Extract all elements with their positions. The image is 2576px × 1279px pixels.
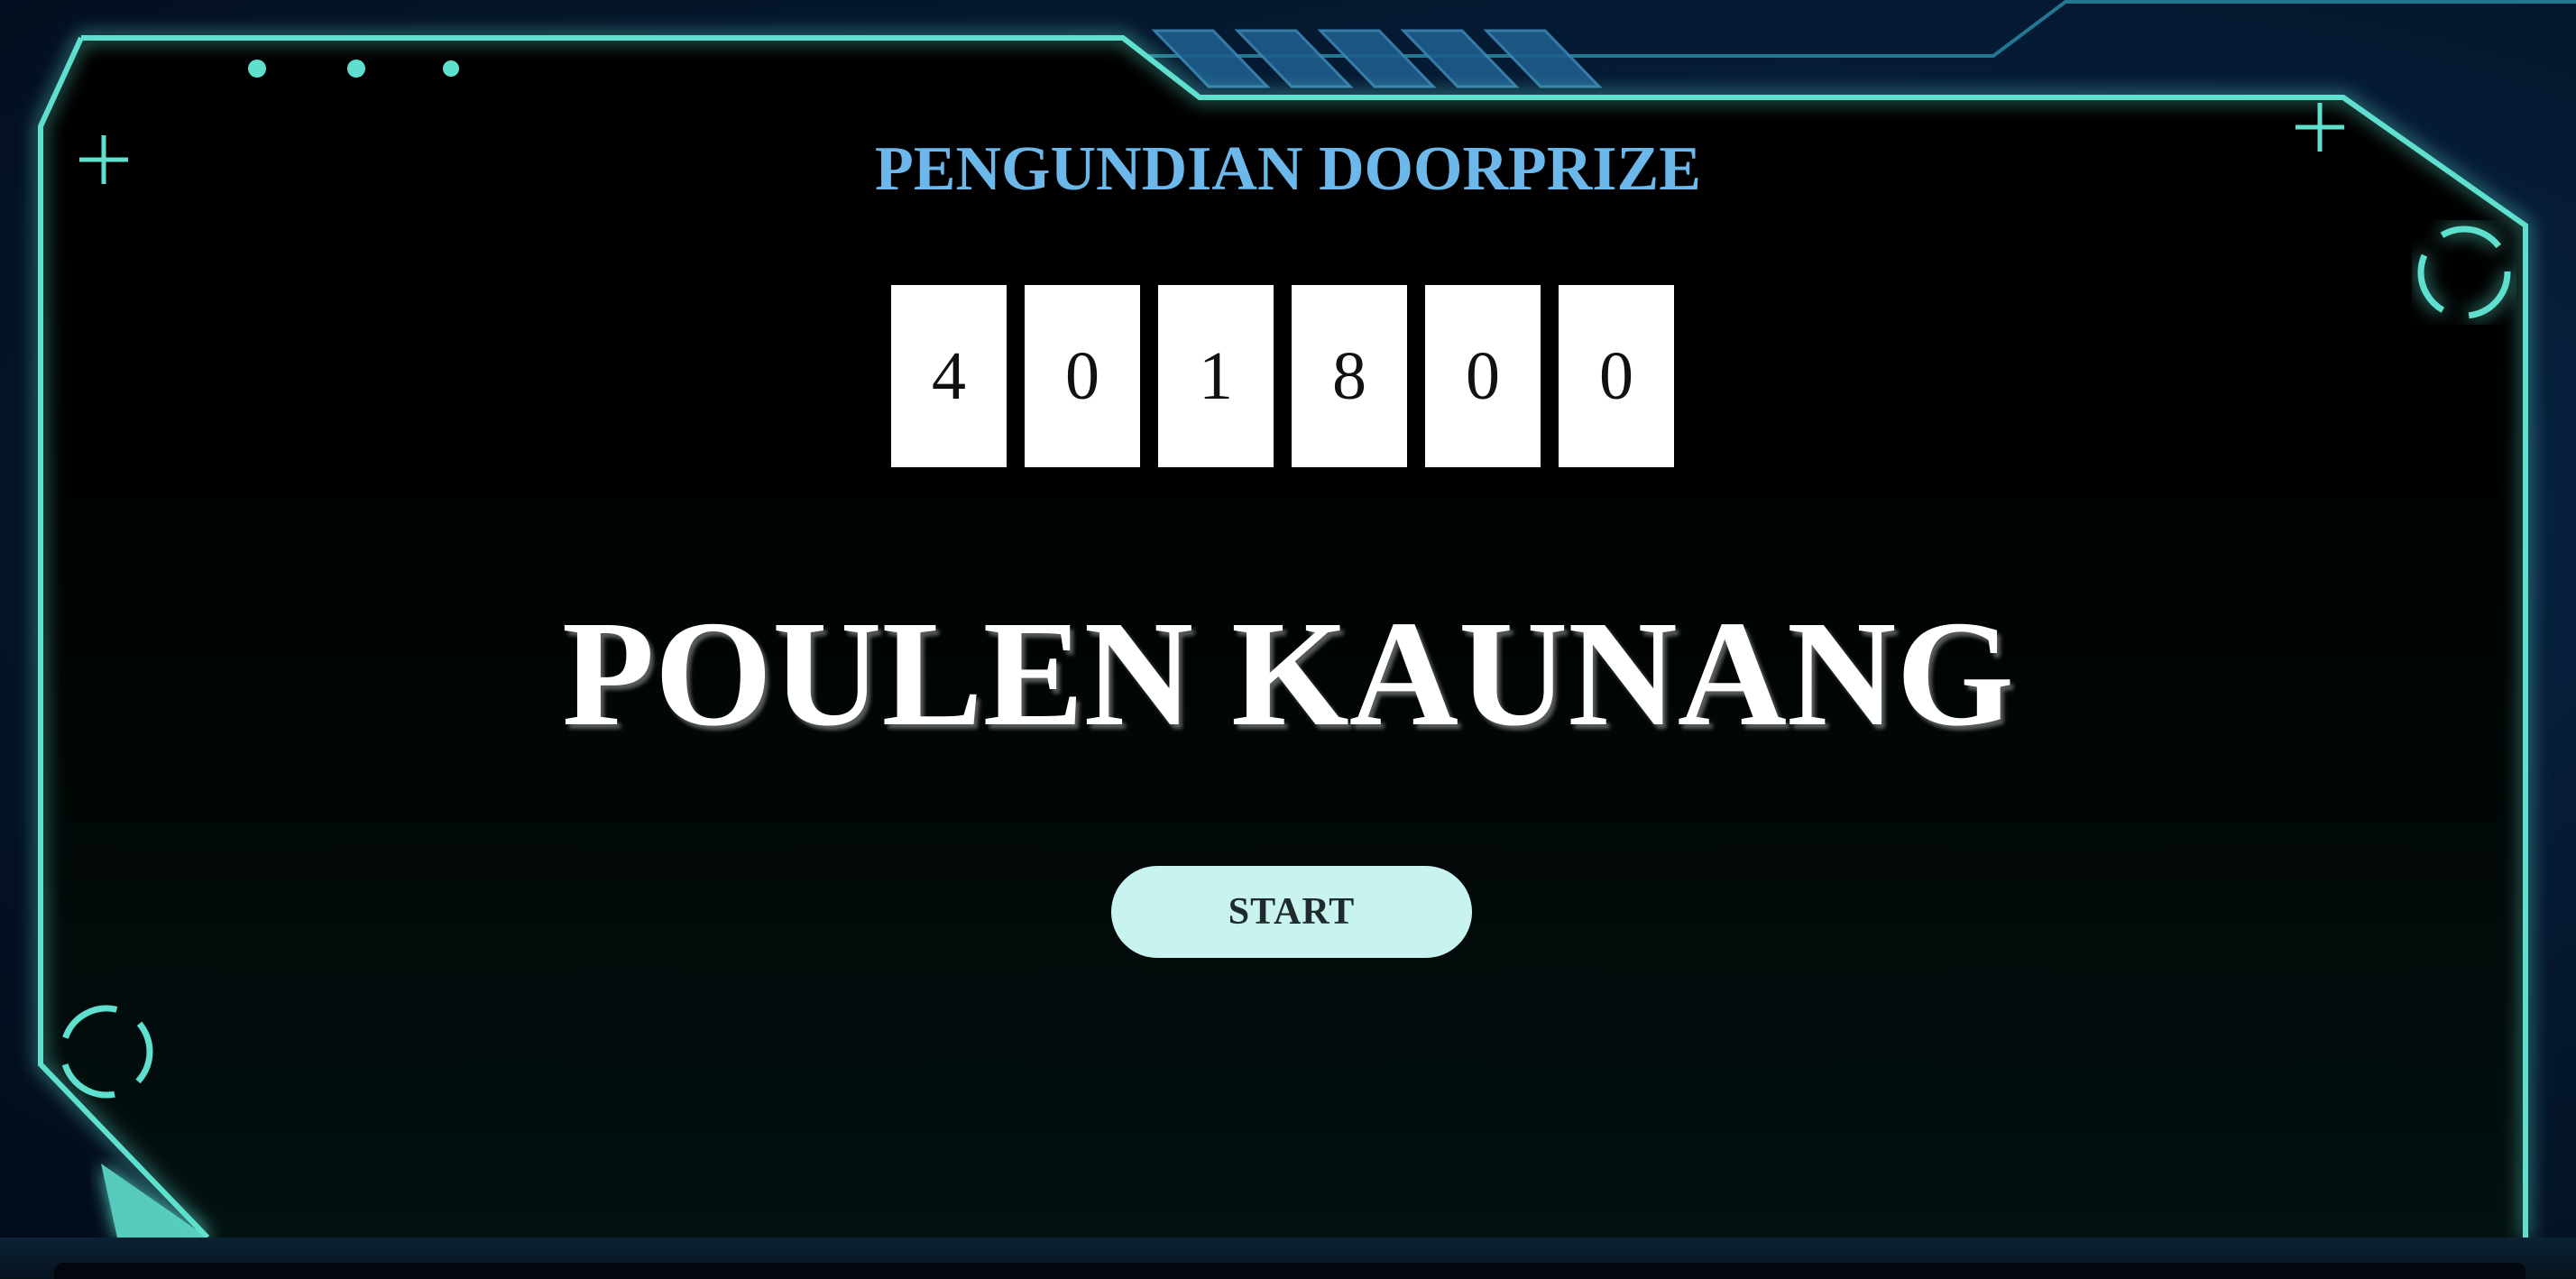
page-title: PENGUNDIAN DOORPRIZE [875, 134, 1701, 204]
start-button[interactable]: START [1111, 866, 1472, 958]
winner-name: POULEN KAUNANG [561, 590, 2015, 758]
digit-box: 0 [1559, 285, 1674, 467]
digit-box: 8 [1292, 285, 1407, 467]
top-stripes [1151, 29, 1603, 88]
digit-box: 1 [1158, 285, 1274, 467]
draw-number-display: 4 0 1 8 0 0 [891, 285, 1674, 467]
digit-box: 0 [1425, 285, 1541, 467]
bottom-bar-inner [54, 1263, 2525, 1279]
doorprize-stage: PENGUNDIAN DOORPRIZE 4 0 1 8 0 0 POULEN … [0, 0, 2576, 1279]
digit-box: 4 [891, 285, 1007, 467]
digit-box: 0 [1025, 285, 1140, 467]
